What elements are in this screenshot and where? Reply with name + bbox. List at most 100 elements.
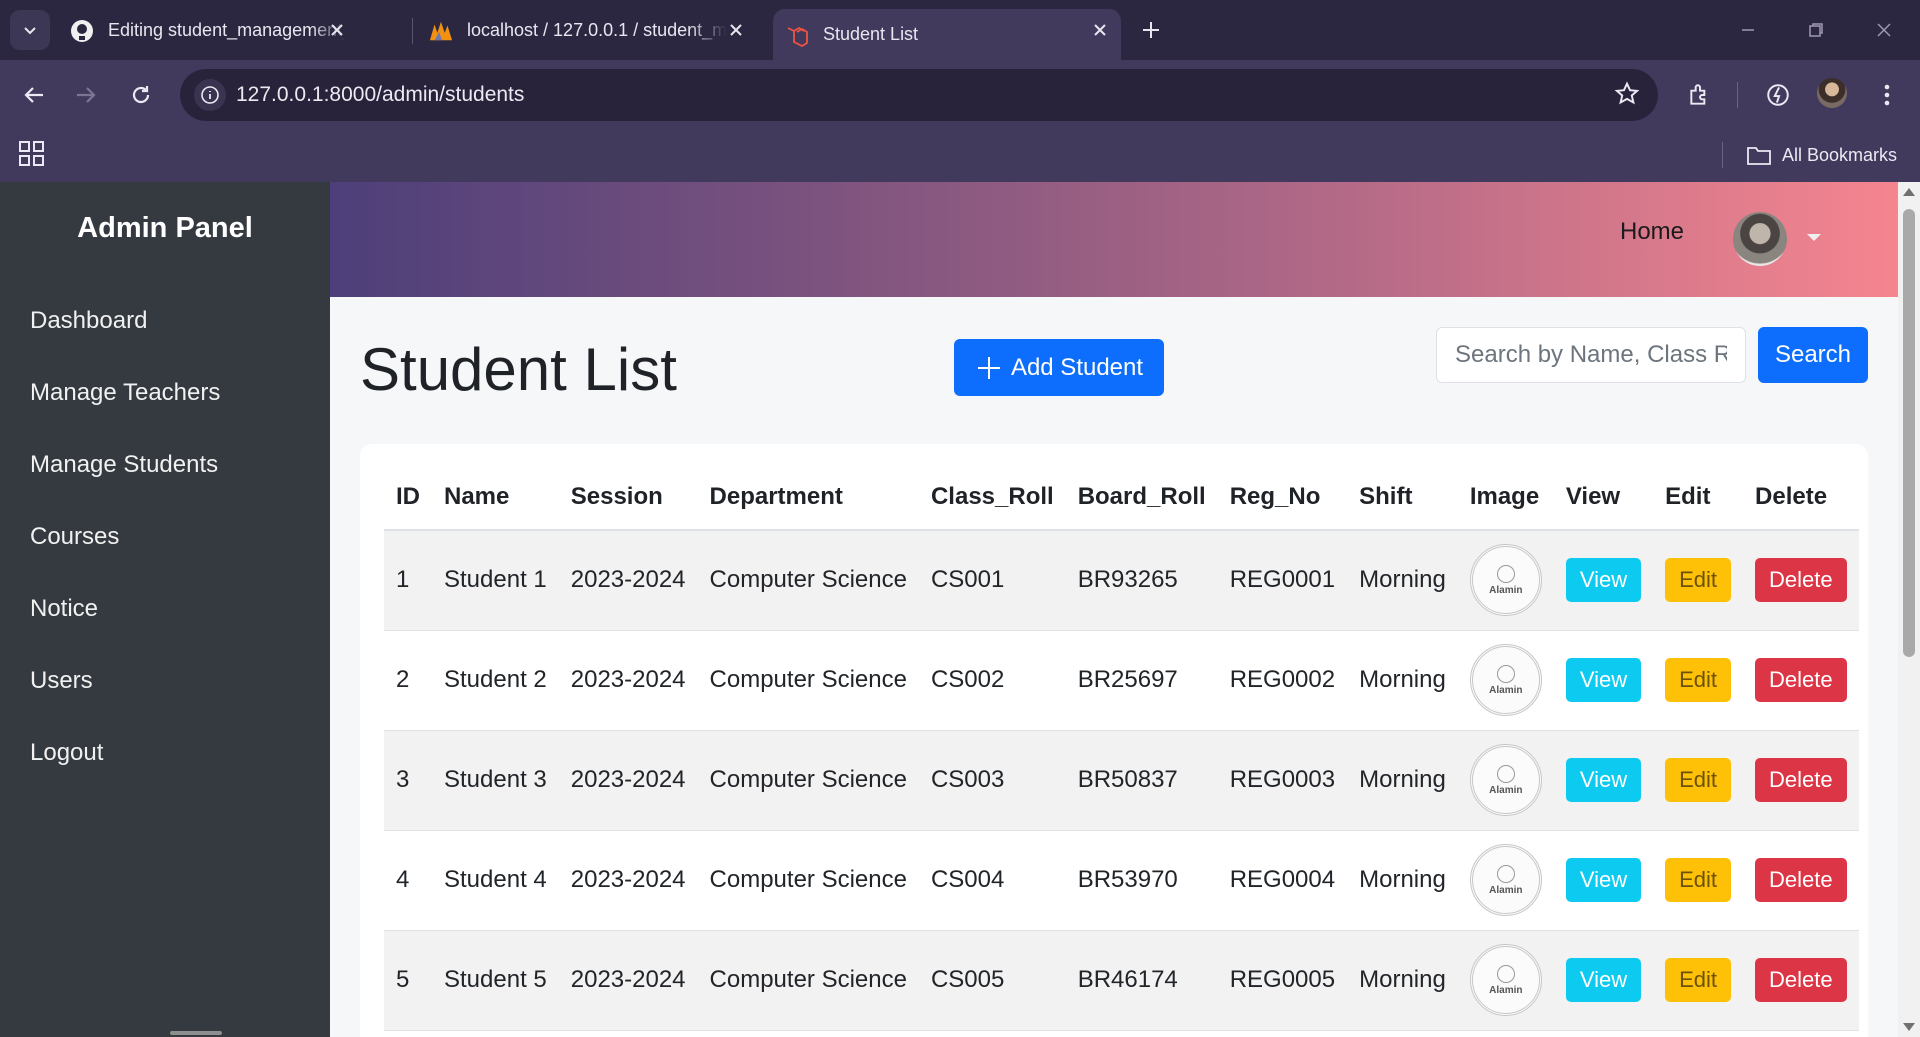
search-button[interactable]: Search xyxy=(1758,327,1868,383)
delete-button[interactable]: Delete xyxy=(1755,558,1847,603)
page-title: Student List xyxy=(360,336,677,403)
forward-button[interactable] xyxy=(66,75,106,115)
column-header-session: Session xyxy=(558,464,698,531)
view-button[interactable]: View xyxy=(1565,958,1642,1002)
sidebar-item-dashboard[interactable]: Dashboard xyxy=(30,307,147,335)
address-bar[interactable]: 127.0.0.1:8000/admin/students xyxy=(180,69,1658,121)
github-icon xyxy=(70,19,94,43)
column-header-id: ID xyxy=(384,464,432,531)
bookmark-star-icon[interactable] xyxy=(1614,81,1640,112)
browser-tab-phpmyadmin[interactable]: localhost / 127.0.0.1 / student_m xyxy=(417,9,757,52)
table-row: 3 Student 3 2023-2024 Computer Science C… xyxy=(384,730,1859,831)
extensions-button[interactable] xyxy=(1680,75,1720,115)
column-header-edit: Edit xyxy=(1653,464,1744,531)
cell-id: 4 xyxy=(384,830,432,931)
sidebar-item-users[interactable]: Users xyxy=(30,667,93,695)
cell-edit: Edit xyxy=(1653,730,1744,831)
close-tab-icon[interactable] xyxy=(725,19,747,41)
edit-button[interactable]: Edit xyxy=(1665,958,1732,1002)
table-header-row: ID Name Session Department Class_Roll Bo… xyxy=(384,464,1859,531)
photo-label: Alamin xyxy=(1489,784,1523,796)
edit-button[interactable]: Edit xyxy=(1665,758,1732,802)
column-header-name: Name xyxy=(432,464,559,531)
view-button[interactable]: View xyxy=(1565,758,1642,802)
horizontal-scrollbar-thumb[interactable] xyxy=(170,1031,222,1035)
column-header-reg-no: Reg_No xyxy=(1217,464,1348,531)
cell-session: 2023-2024 xyxy=(558,730,698,831)
site-info-icon[interactable] xyxy=(194,79,226,111)
profile-avatar[interactable] xyxy=(1817,78,1847,108)
browser-tab-github[interactable]: Editing student_management_a xyxy=(58,9,358,52)
delete-button[interactable]: Delete xyxy=(1755,658,1847,702)
sidebar-item-courses[interactable]: Courses xyxy=(30,523,119,551)
url-text: 127.0.0.1:8000/admin/students xyxy=(236,83,525,106)
close-tab-icon[interactable] xyxy=(326,19,348,41)
cell-reg-no: REG0003 xyxy=(1217,730,1348,831)
table-row: 2 Student 2 2023-2024 Computer Science C… xyxy=(384,630,1859,731)
minimize-button[interactable] xyxy=(1726,12,1770,48)
search-input[interactable] xyxy=(1436,327,1746,383)
view-button[interactable]: View xyxy=(1565,558,1642,603)
cell-board-roll: BR53970 xyxy=(1065,830,1218,931)
cell-reg-no: REG0002 xyxy=(1217,630,1348,731)
back-button[interactable] xyxy=(14,75,54,115)
restore-button[interactable] xyxy=(1794,12,1838,48)
phpmyadmin-icon xyxy=(429,19,453,43)
view-button[interactable]: View xyxy=(1565,858,1642,902)
add-student-button[interactable]: Add Student xyxy=(954,339,1164,396)
cell-session: 2023-2024 xyxy=(558,930,698,1031)
student-photo: Alamin xyxy=(1469,944,1542,1016)
cell-board-roll: BR25697 xyxy=(1065,630,1218,731)
cell-shift: Morning xyxy=(1347,630,1458,731)
tab-title: Student List xyxy=(823,24,919,44)
tab-title: Editing student_management_a xyxy=(108,20,346,40)
caret-down-icon[interactable] xyxy=(1807,234,1821,241)
vertical-scrollbar[interactable] xyxy=(1898,182,1920,1037)
close-tab-icon[interactable] xyxy=(1089,19,1111,41)
delete-button[interactable]: Delete xyxy=(1755,858,1847,902)
browser-tab-bar: Editing student_management_a localhost /… xyxy=(0,0,1920,60)
cell-edit: Edit xyxy=(1653,630,1744,731)
logo-mark-icon xyxy=(1496,764,1515,783)
reload-button[interactable] xyxy=(121,75,161,115)
logo-mark-icon xyxy=(1496,664,1515,683)
cell-delete: Delete xyxy=(1743,530,1859,631)
all-bookmarks-button[interactable]: All Bookmarks xyxy=(1746,138,1897,172)
cell-session: 2023-2024 xyxy=(558,630,698,731)
apps-grid-icon[interactable] xyxy=(18,140,46,168)
browser-tab-student-list[interactable]: Student List xyxy=(773,9,1121,60)
scroll-up-arrow[interactable] xyxy=(1903,188,1915,196)
cell-department: Computer Science xyxy=(697,630,919,731)
user-avatar[interactable] xyxy=(1733,212,1787,266)
scroll-down-arrow[interactable] xyxy=(1903,1023,1915,1031)
cell-id: 5 xyxy=(384,930,432,1031)
browser-menu-button[interactable] xyxy=(1867,75,1907,115)
performance-button[interactable] xyxy=(1758,75,1798,115)
table-row: 4 Student 4 2023-2024 Computer Science C… xyxy=(384,830,1859,931)
cell-shift: Morning xyxy=(1347,830,1458,931)
top-navbar: Home xyxy=(330,182,1898,297)
cell-shift: Morning xyxy=(1347,930,1458,1031)
sidebar-item-manage-teachers[interactable]: Manage Teachers xyxy=(30,379,220,407)
edit-button[interactable]: Edit xyxy=(1665,558,1732,603)
cell-reg-no: REG0005 xyxy=(1217,930,1348,1031)
scrollbar-thumb[interactable] xyxy=(1903,209,1915,657)
edit-button[interactable]: Edit xyxy=(1665,858,1732,902)
toolbar-divider xyxy=(1737,82,1738,108)
delete-button[interactable]: Delete xyxy=(1755,758,1847,802)
logo-mark-icon xyxy=(1496,864,1515,883)
edit-button[interactable]: Edit xyxy=(1665,658,1732,702)
sidebar-item-logout[interactable]: Logout xyxy=(30,739,103,767)
close-icon xyxy=(1877,23,1891,37)
home-link[interactable]: Home xyxy=(1620,218,1684,246)
cell-name: Student 2 xyxy=(432,630,559,731)
view-button[interactable]: View xyxy=(1565,658,1642,702)
sidebar-item-manage-students[interactable]: Manage Students xyxy=(30,451,218,479)
bookmarks-bar: All Bookmarks xyxy=(0,130,1920,182)
new-tab-button[interactable] xyxy=(1133,12,1169,48)
tab-search-button[interactable] xyxy=(10,10,50,50)
student-table-card: ID Name Session Department Class_Roll Bo… xyxy=(360,444,1868,1037)
delete-button[interactable]: Delete xyxy=(1755,958,1847,1002)
sidebar-item-notice[interactable]: Notice xyxy=(30,595,98,623)
close-window-button[interactable] xyxy=(1862,12,1906,48)
